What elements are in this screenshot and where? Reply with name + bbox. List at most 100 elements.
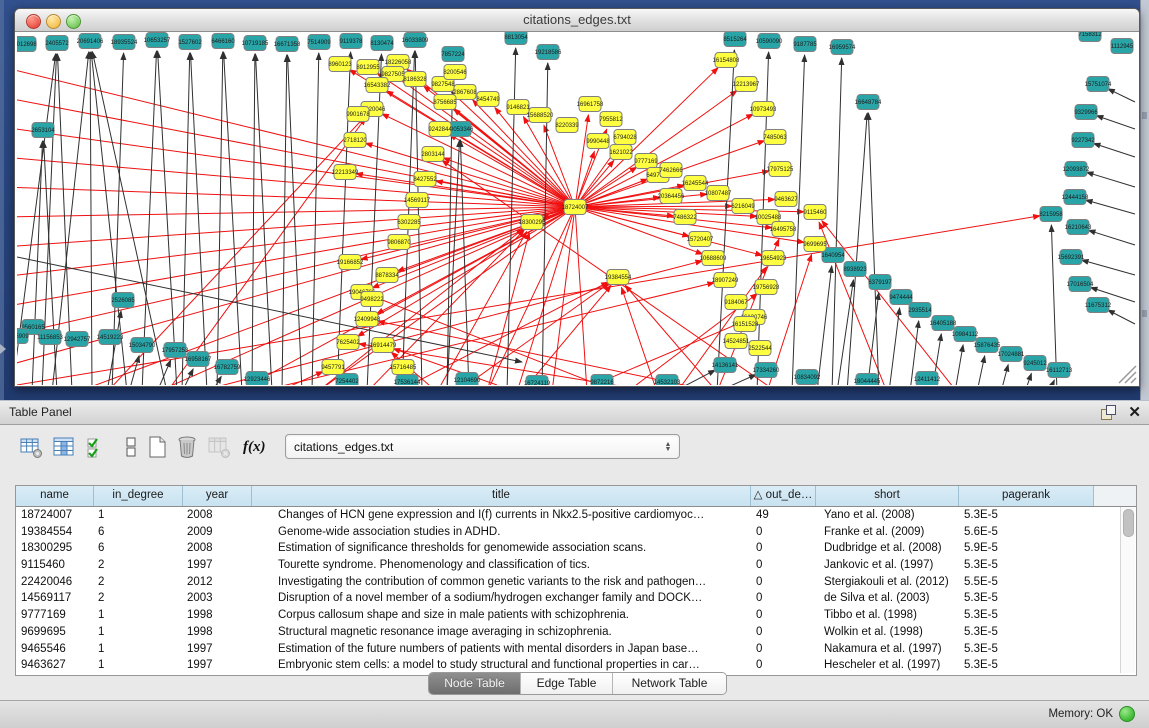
graph-edge[interactable]	[522, 285, 611, 385]
graph-edge[interactable]	[832, 58, 842, 385]
graph-edge[interactable]	[17, 216, 1040, 385]
row-options-icon[interactable]	[119, 435, 143, 459]
graph-node[interactable]: 16405188	[930, 316, 957, 331]
network-view[interactable]: 8012698240557220691406189355241065325715…	[17, 32, 1138, 385]
graph-node[interactable]: 9777169	[634, 154, 658, 169]
graph-edge[interactable]	[955, 345, 963, 385]
table-cell[interactable]: 9115460	[16, 557, 94, 574]
graph-node[interactable]: 16958167	[185, 352, 212, 367]
table-cell[interactable]: 9777169	[16, 607, 94, 624]
graph-node[interactable]: 12444158	[1062, 190, 1089, 205]
graph-node[interactable]: 19654923	[760, 251, 787, 266]
table-cell[interactable]: 6	[94, 524, 183, 541]
graph-node[interactable]: 7486322	[673, 210, 697, 225]
graph-edge[interactable]	[868, 113, 879, 385]
graph-node[interactable]: 9329966	[1074, 105, 1098, 120]
table-cell[interactable]: 2008	[183, 507, 252, 524]
network-window-titlebar[interactable]: citations_edges.txt	[15, 9, 1139, 32]
table-cell[interactable]: 5.3E-5	[959, 507, 1094, 524]
table-cell[interactable]: Corpus callosum shape and size in male p…	[252, 607, 751, 624]
graph-node[interactable]: 16782759	[214, 360, 241, 375]
table-vertical-scrollbar[interactable]	[1120, 507, 1135, 673]
table-row[interactable]: 911546021997Tourette syndrome. Phenomeno…	[16, 557, 1136, 574]
table-row[interactable]: 1938455462009Genome-wide association stu…	[16, 524, 1136, 541]
table-selector-dropdown[interactable]: citations_edges.txt ▲▼	[285, 434, 680, 459]
table-cell[interactable]: 1	[94, 507, 183, 524]
graph-node[interactable]: 7955812	[599, 112, 623, 127]
graph-node[interactable]: 14532103	[654, 375, 681, 386]
graph-node[interactable]: 16671358	[274, 37, 301, 52]
table-cell[interactable]: Dudbridge et al. (2008)	[816, 540, 959, 557]
table-row[interactable]: 1872400712008Changes of HCN gene express…	[16, 507, 1136, 524]
graph-node[interactable]: 16495758	[770, 222, 797, 237]
graph-node[interactable]: 2526085	[111, 293, 135, 308]
graph-edge[interactable]	[1108, 310, 1135, 324]
column-header-pagerank[interactable]: pagerank	[959, 486, 1094, 506]
graph-node[interactable]: 14524851	[723, 334, 750, 349]
graph-node[interactable]: 16154808	[713, 53, 740, 68]
graph-node[interactable]: 9474444	[889, 290, 913, 305]
graph-node[interactable]: 12409948	[354, 312, 381, 327]
column-header-in_degree[interactable]: in_degree	[94, 486, 183, 506]
graph-edge[interactable]	[1025, 373, 1031, 385]
graph-node[interactable]: 8186328	[403, 72, 427, 87]
table-cell[interactable]: 49	[751, 507, 816, 524]
table-cell[interactable]: 9699695	[16, 624, 94, 641]
graph-edge[interactable]	[17, 207, 575, 217]
graph-node[interactable]: 11675312	[1085, 298, 1112, 313]
table-cell[interactable]: 5.9E-5	[959, 540, 1094, 557]
table-cell[interactable]: 2012	[183, 574, 252, 591]
graph-node[interactable]: 8220339	[555, 118, 579, 133]
table-cell[interactable]: 1	[94, 607, 183, 624]
graph-edge[interactable]	[1096, 116, 1135, 129]
graph-node[interactable]: 8938923	[843, 262, 867, 277]
graph-node[interactable]: 9184067	[724, 295, 748, 310]
select-columns-icon[interactable]	[85, 435, 109, 459]
graph-node[interactable]: 16648784	[855, 95, 882, 110]
graph-node[interactable]: 9990448	[586, 134, 610, 149]
graph-node[interactable]: 18935524	[111, 35, 138, 50]
table-cell[interactable]: 0	[751, 540, 816, 557]
graph-node[interactable]: 2405572	[45, 36, 69, 51]
tab-node-table[interactable]: Node Table	[429, 673, 521, 694]
table-cell[interactable]: 5.3E-5	[959, 624, 1094, 641]
graph-node[interactable]: 15692391	[1058, 250, 1085, 265]
graph-node[interactable]: 9457791	[321, 360, 345, 375]
graph-edge[interactable]	[1108, 89, 1135, 102]
graph-edge[interactable]	[212, 376, 221, 385]
graph-edge[interactable]	[224, 52, 242, 385]
graph-edge[interactable]	[1094, 143, 1136, 157]
graph-edge[interactable]	[1051, 225, 1057, 385]
graph-node[interactable]: 16112713	[1046, 363, 1073, 378]
graph-node[interactable]: 15876435	[974, 338, 1001, 353]
table-cell[interactable]: Structural magnetic resonance image aver…	[252, 624, 751, 641]
graph-node[interactable]: 9187785	[793, 37, 817, 52]
table-cell[interactable]: 9463627	[16, 657, 94, 674]
table-cell[interactable]: Disruption of a novel member of a sodium…	[252, 590, 751, 607]
table-row[interactable]: 1456911722003Disruption of a novel membe…	[16, 590, 1136, 607]
table-cell[interactable]: 0	[751, 524, 816, 541]
graph-node[interactable]: 9699695	[803, 237, 827, 252]
graph-node[interactable]: 16961758	[577, 97, 604, 112]
splitpane-collapse-arrow-icon[interactable]	[0, 344, 6, 354]
graph-node[interactable]: 18907249	[712, 273, 739, 288]
graph-node[interactable]: 6379197	[868, 275, 892, 290]
table-cell[interactable]: Nakamura et al. (1997)	[816, 641, 959, 658]
graph-node[interactable]: 9463627	[774, 192, 798, 207]
table-cell[interactable]: 2	[94, 574, 183, 591]
graph-node[interactable]: 8427552	[413, 172, 437, 187]
graph-node[interactable]: 1112945	[1111, 39, 1134, 54]
show-columns-icon[interactable]	[52, 435, 76, 459]
graph-node[interactable]: 8200546	[443, 65, 467, 80]
table-row[interactable]: 969969511998Structural magnetic resonanc…	[16, 624, 1136, 641]
graph-node[interactable]: 16959574	[829, 40, 856, 55]
graph-node[interactable]: 12093872	[1063, 162, 1090, 177]
graph-edge[interactable]	[252, 54, 255, 385]
graph-node[interactable]: 16245544	[682, 176, 709, 191]
graph-node[interactable]: 19218586	[535, 45, 562, 60]
graph-node[interactable]: 18724007	[562, 200, 589, 215]
table-cell[interactable]: 1	[94, 641, 183, 658]
graph-node[interactable]: 19756928	[753, 280, 780, 295]
delete-table-icon[interactable]	[175, 435, 199, 459]
table-cell[interactable]: 1	[94, 657, 183, 674]
